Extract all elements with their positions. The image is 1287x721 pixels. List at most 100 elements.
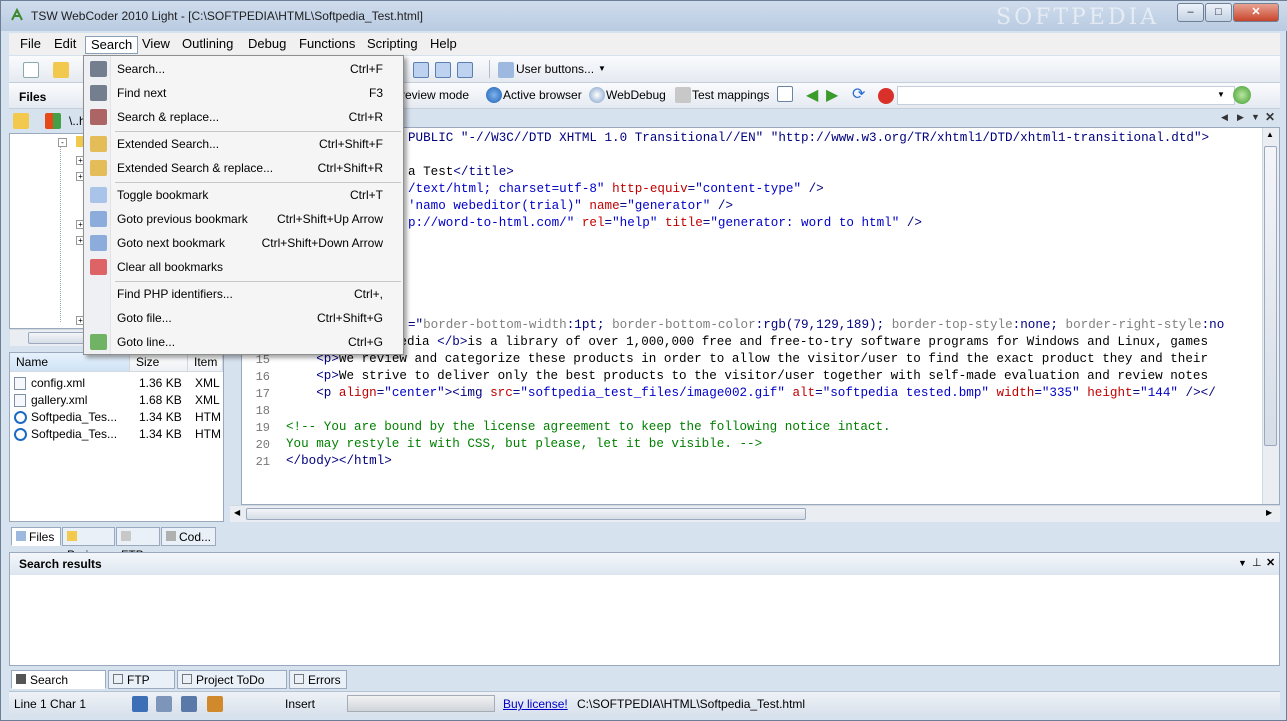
menu-item-find-php-identifiers[interactable]: Find PHP identifiers... Ctrl+, bbox=[86, 283, 401, 305]
menu-edit[interactable]: Edit bbox=[49, 36, 81, 54]
url-input[interactable] bbox=[897, 86, 1235, 105]
next-bookmark-toolbar-icon[interactable] bbox=[457, 62, 473, 78]
code-line[interactable]: 16 <p>We strive to deliver only the best… bbox=[242, 369, 1262, 386]
code-tab-icon bbox=[166, 531, 176, 541]
menu-item-extended-search-replace[interactable]: Extended Search & replace... Ctrl+Shift+R bbox=[86, 157, 401, 179]
list-item[interactable]: gallery.xml 1.68 KB XML bbox=[10, 392, 223, 409]
tab-files[interactable]: Files bbox=[11, 527, 61, 546]
code-line[interactable]: 21 </body></html> bbox=[242, 454, 1262, 471]
tab-errors[interactable]: Errors bbox=[289, 670, 347, 689]
refresh-icon[interactable]: ⟳ bbox=[852, 84, 865, 104]
menu-view[interactable]: View bbox=[137, 36, 175, 54]
prev-bookmark-toolbar-icon[interactable] bbox=[435, 62, 451, 78]
plugin-icon[interactable] bbox=[207, 696, 223, 712]
code-line[interactable]: 17 <p align="center"><img src="softpedia… bbox=[242, 386, 1262, 403]
menu-item-label: Clear all bookmarks bbox=[117, 260, 224, 274]
menu-item-search-replace[interactable]: Search & replace... Ctrl+R bbox=[86, 106, 401, 128]
code-line[interactable]: 18 bbox=[242, 403, 1262, 420]
buy-license-link[interactable]: Buy license! bbox=[503, 697, 568, 711]
title-bar: TSW WebCoder 2010 Light - [C:\SOFTPEDIA\… bbox=[1, 1, 1287, 31]
list-item[interactable]: Softpedia_Tes... 1.34 KB HTM bbox=[10, 409, 223, 426]
find-next-icon bbox=[90, 85, 107, 101]
code-text: <p>We strive to deliver only the best pr… bbox=[316, 369, 1209, 383]
menu-item-goto-next-bookmark[interactable]: Goto next bookmark Ctrl+Shift+Down Arrow bbox=[86, 232, 401, 254]
list-item[interactable]: config.xml 1.36 KB XML bbox=[10, 375, 223, 392]
open-folder-icon[interactable] bbox=[53, 62, 69, 78]
menu-item-toggle-bookmark[interactable]: Toggle bookmark Ctrl+T bbox=[86, 184, 401, 206]
close-tab-icon[interactable]: ✕ bbox=[1265, 110, 1275, 124]
windows-logo-icon[interactable] bbox=[45, 113, 61, 129]
folder-replace-icon bbox=[90, 160, 107, 176]
menu-item-extended-search[interactable]: Extended Search... Ctrl+Shift+F bbox=[86, 133, 401, 155]
code-line[interactable]: 20 You may restyle it with CSS, but pleas… bbox=[242, 437, 1262, 454]
menu-search[interactable]: Search bbox=[85, 36, 139, 54]
minimize-button[interactable]: – bbox=[1177, 3, 1204, 22]
close-pane-icon[interactable]: ✕ bbox=[1266, 556, 1275, 569]
tab-scroll-left-icon[interactable]: ◀ bbox=[1221, 112, 1228, 123]
code-text: You may restyle it with CSS, but please,… bbox=[286, 437, 763, 451]
menu-item-clear-all-bookmarks[interactable]: Clear all bookmarks bbox=[86, 256, 401, 278]
next-bookmark-icon bbox=[90, 235, 107, 251]
tree-collapse-icon[interactable]: - bbox=[58, 138, 67, 147]
code-text: <p><b>Softpedia </b>is a library of over… bbox=[316, 335, 1209, 349]
monitor-icon[interactable] bbox=[156, 696, 172, 712]
active-browser-button[interactable]: Active browser bbox=[503, 88, 582, 102]
code-line[interactable]: 19 <!-- You are bound by the license agre… bbox=[242, 420, 1262, 437]
tab-scroll-right-icon[interactable]: ▶ bbox=[1237, 112, 1244, 123]
editor-vscrollbar[interactable]: ▲ bbox=[1262, 128, 1279, 504]
window-title: TSW WebCoder 2010 Light - [C:\SOFTPEDIA\… bbox=[31, 9, 423, 23]
chevron-down-icon[interactable]: ▼ bbox=[598, 64, 606, 73]
tab-ftp[interactable]: FTP bbox=[116, 527, 160, 562]
tab-project[interactable]: Proj... bbox=[62, 527, 115, 562]
column-type[interactable]: Item bbox=[188, 353, 223, 372]
scroll-left-icon[interactable]: ◀ bbox=[234, 508, 240, 517]
scroll-up-icon[interactable]: ▲ bbox=[1266, 130, 1274, 139]
go-icon[interactable] bbox=[1233, 86, 1251, 104]
webdebug-button[interactable]: WebDebug bbox=[606, 88, 666, 102]
menu-help[interactable]: Help bbox=[425, 36, 462, 54]
maximize-button[interactable]: □ bbox=[1205, 3, 1232, 22]
back-arrow-icon[interactable]: ◀ bbox=[806, 85, 818, 105]
menu-item-shortcut: Ctrl+Shift+G bbox=[316, 311, 383, 325]
html-file-icon bbox=[14, 411, 27, 424]
preview-mode-button[interactable]: review mode bbox=[401, 88, 469, 102]
tab-ftp-log[interactable]: FTP Log bbox=[108, 670, 175, 705]
list-item[interactable]: Softpedia_Tes... 1.34 KB HTM bbox=[10, 426, 223, 443]
menu-scripting[interactable]: Scripting bbox=[362, 36, 423, 54]
pin-icon[interactable]: ⊥ bbox=[1252, 556, 1262, 569]
tab-list-icon[interactable]: ▼ bbox=[1251, 112, 1260, 122]
column-size[interactable]: Size bbox=[130, 353, 188, 372]
column-name[interactable]: Name bbox=[10, 353, 130, 372]
close-button[interactable]: ✕ bbox=[1233, 3, 1279, 22]
menu-item-goto-file[interactable]: Goto file... Ctrl+Shift+G bbox=[86, 307, 401, 329]
stop-icon[interactable] bbox=[878, 88, 894, 104]
menu-item-search[interactable]: Search... Ctrl+F bbox=[86, 58, 401, 80]
menu-outlining[interactable]: Outlining bbox=[177, 36, 238, 54]
folder-up-icon[interactable] bbox=[13, 113, 29, 129]
menu-file[interactable]: File bbox=[15, 36, 46, 54]
mapping-view-icon[interactable] bbox=[777, 86, 793, 102]
menu-item-label: Find next bbox=[117, 86, 167, 100]
menu-item-label: Find PHP identifiers... bbox=[117, 287, 233, 301]
user-buttons-button[interactable]: User buttons... bbox=[516, 62, 594, 76]
menu-item-goto-line[interactable]: Goto line... Ctrl+G bbox=[86, 331, 401, 353]
url-dropdown-icon[interactable]: ▼ bbox=[1217, 90, 1225, 99]
scroll-right-icon[interactable]: ▶ bbox=[1266, 508, 1272, 517]
save-icon[interactable] bbox=[132, 696, 148, 712]
pen-icon[interactable] bbox=[181, 696, 197, 712]
menu-functions[interactable]: Functions bbox=[294, 36, 360, 54]
forward-arrow-icon[interactable]: ▶ bbox=[826, 85, 838, 105]
menu-item-find-next[interactable]: Find next F3 bbox=[86, 82, 401, 104]
editor-hscrollbar[interactable]: ◀ ▶ bbox=[230, 505, 1280, 522]
pane-menu-icon[interactable]: ▼ bbox=[1238, 558, 1247, 568]
menu-debug[interactable]: Debug bbox=[243, 36, 291, 54]
new-file-icon[interactable] bbox=[23, 62, 39, 78]
search-results-pane: Search results ▼ ⊥ ✕ bbox=[9, 552, 1280, 666]
tab-search-results[interactable]: Search results bbox=[11, 670, 106, 705]
tab-project-todo[interactable]: Project ToDo list bbox=[177, 670, 287, 705]
project-tab-icon bbox=[67, 531, 77, 541]
menu-item-goto-previous-bookmark[interactable]: Goto previous bookmark Ctrl+Shift+Up Arro… bbox=[86, 208, 401, 230]
bookmark-toolbar-icon[interactable] bbox=[413, 62, 429, 78]
tab-code[interactable]: Cod... bbox=[161, 527, 216, 546]
test-mappings-button[interactable]: Test mappings bbox=[692, 88, 769, 102]
